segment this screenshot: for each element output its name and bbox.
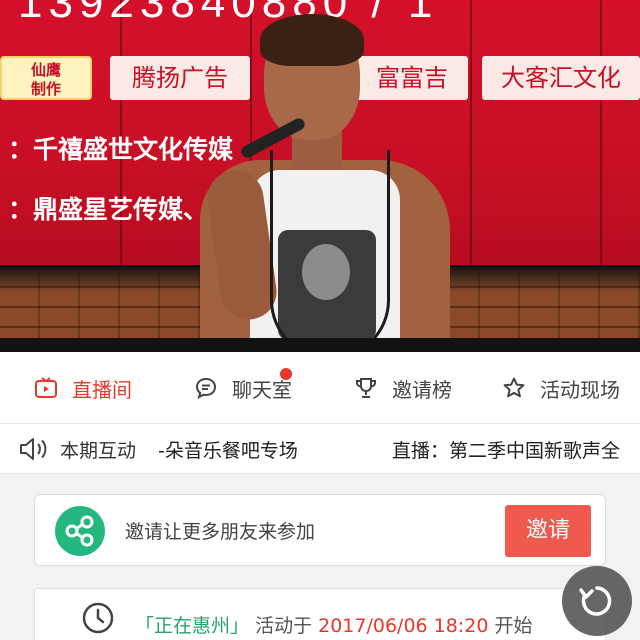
- invite-button[interactable]: 邀请: [505, 505, 591, 557]
- sponsor-box: 大客汇文化: [482, 56, 640, 100]
- panel-seam: [600, 0, 602, 275]
- sponsor-logo-line2: 制作: [30, 80, 61, 98]
- sponsor-logo: 仙鹰 制作: [0, 56, 92, 100]
- page: 13923840880 / 1 仙鹰 制作 腾扬广告 富富吉 大客汇文化 ：千禧…: [0, 0, 640, 640]
- event-info-card: 「正在惠州」 活动于 2017/06/06 18:20 开始: [34, 588, 606, 640]
- star-icon: [502, 376, 526, 400]
- ticker-track: -朵音乐餐吧专场 直播：第二季中国新歌声全: [158, 424, 640, 473]
- singer-hair: [260, 14, 364, 66]
- event-suffix: 开始: [494, 615, 533, 637]
- live-video-player[interactable]: 13923840880 / 1 仙鹰 制作 腾扬广告 富富吉 大客汇文化 ：千禧…: [0, 0, 640, 352]
- refresh-icon: [579, 586, 612, 616]
- microphone-cable: [270, 150, 390, 352]
- ticker-label: 本期互动: [18, 424, 137, 473]
- tab-live-room[interactable]: 直播间: [34, 352, 132, 424]
- tab-label: 直播间: [72, 377, 132, 402]
- event-prefix: 活动于: [255, 615, 313, 637]
- tab-bar: 直播间 聊天室 邀请榜 活动现场: [0, 352, 640, 424]
- clock-icon: [82, 602, 114, 634]
- share-icon: [55, 506, 105, 556]
- speaker-icon: [20, 438, 47, 460]
- singer-figure: [200, 14, 450, 352]
- panel-seam: [470, 0, 472, 275]
- chat-unread-badge: [280, 368, 292, 380]
- event-datetime: 2017/06/06 18:20: [318, 615, 489, 637]
- video-bottom-bar: [0, 338, 640, 352]
- invite-card: 邀请让更多朋友来参加 邀请: [34, 494, 606, 566]
- ticker-item[interactable]: -朵音乐餐吧专场: [158, 436, 298, 463]
- tab-invite-ranking[interactable]: 邀请榜: [354, 352, 452, 424]
- ticker-item[interactable]: 直播：第二季中国新歌声全: [392, 436, 620, 463]
- event-location: 「正在惠州」: [135, 615, 250, 637]
- live-tv-icon: [34, 376, 58, 400]
- trophy-icon: [354, 376, 378, 400]
- invite-prompt: 邀请让更多朋友来参加: [125, 521, 316, 543]
- tab-event-scene[interactable]: 活动现场: [502, 352, 620, 424]
- chat-bubble-icon: [194, 376, 218, 400]
- tab-chat-room[interactable]: 聊天室: [194, 352, 292, 424]
- event-start-line: 「正在惠州」 活动于 2017/06/06 18:20 开始: [135, 611, 533, 638]
- tab-label: 邀请榜: [392, 377, 452, 402]
- refresh-button[interactable]: [562, 566, 632, 636]
- interaction-ticker: 本期互动 -朵音乐餐吧专场 直播：第二季中国新歌声全: [0, 424, 640, 474]
- tab-label: 活动现场: [540, 377, 620, 402]
- ticker-label-text: 本期互动: [60, 439, 137, 462]
- sponsor-logo-line1: 仙鹰: [30, 61, 61, 79]
